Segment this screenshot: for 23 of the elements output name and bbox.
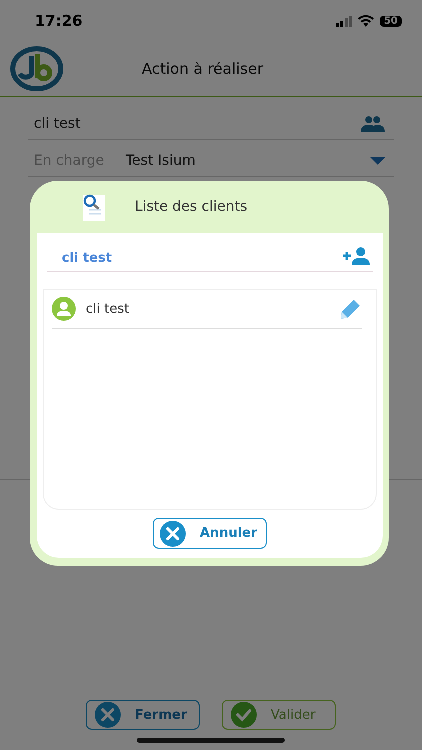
search-document-icon (81, 193, 107, 221)
dropdown-caret-icon[interactable] (370, 157, 386, 165)
wifi-icon (358, 15, 374, 27)
field-value[interactable]: Test Isium (126, 153, 196, 169)
client-name: cli test (86, 302, 130, 316)
signal-icon (336, 16, 352, 26)
close-button[interactable]: Fermer (86, 700, 200, 730)
check-icon (231, 702, 257, 728)
close-icon (95, 702, 121, 728)
close-icon (160, 520, 186, 546)
cancel-button[interactable]: Annuler (153, 518, 267, 549)
client-row[interactable]: cli test (52, 290, 362, 329)
page-title: Action à réaliser (142, 60, 264, 78)
logo-icon (10, 46, 64, 92)
pencil-icon[interactable] (340, 298, 362, 320)
add-person-icon[interactable] (343, 247, 371, 265)
people-icon[interactable] (360, 116, 386, 132)
status-time: 17:26 (35, 12, 83, 30)
battery-icon: 50 (380, 16, 402, 26)
dialog-title: Liste des clients (135, 199, 248, 215)
validate-button[interactable]: Valider (222, 700, 336, 730)
client-field[interactable]: cli test (34, 116, 81, 132)
person-icon (52, 297, 76, 321)
